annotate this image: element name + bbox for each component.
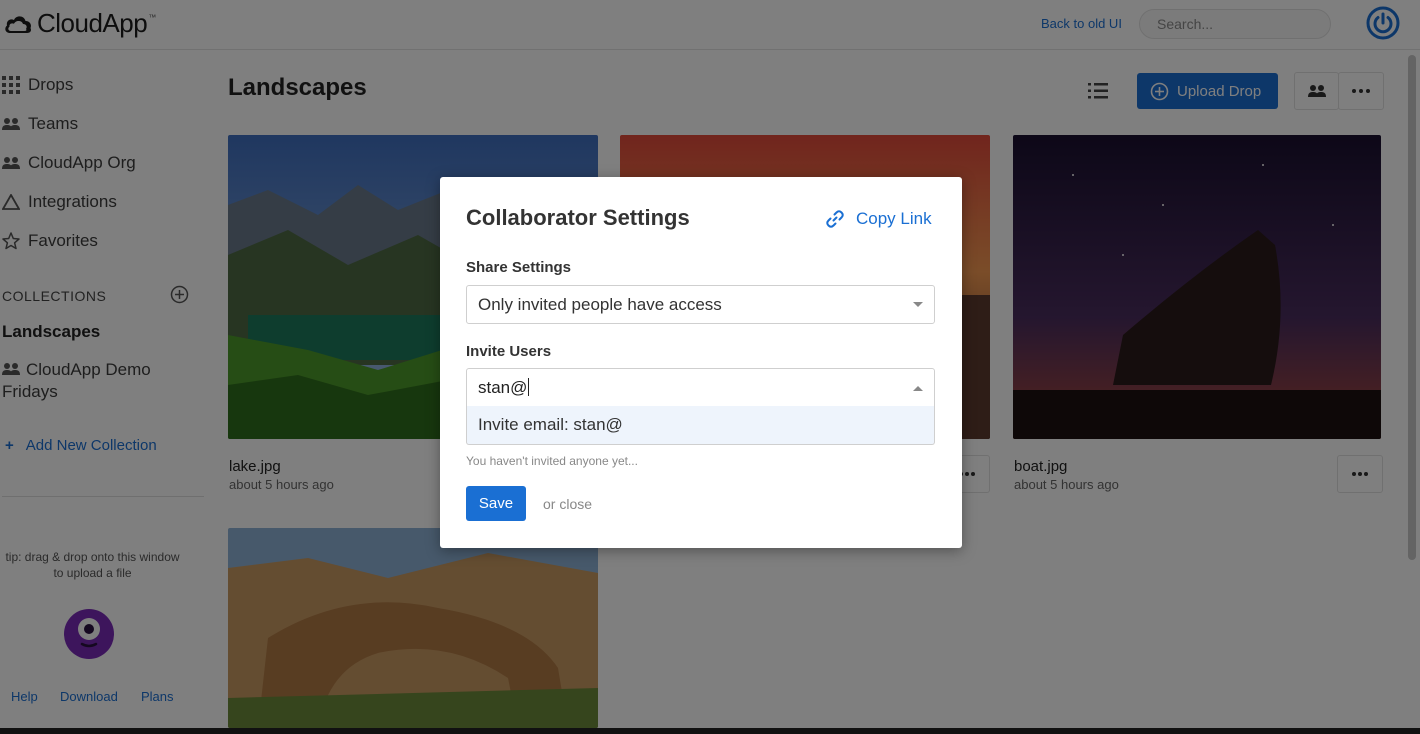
invite-email-option[interactable]: Invite email: stan@	[466, 406, 935, 445]
save-button[interactable]: Save	[466, 486, 526, 521]
collaborator-settings-modal: Collaborator Settings Copy Link Share Se…	[440, 177, 962, 548]
modal-title: Collaborator Settings	[466, 205, 690, 230]
invite-users-value: stan@	[478, 378, 528, 397]
caret-down-icon	[913, 302, 923, 307]
bottom-bar	[0, 728, 1420, 734]
text-cursor	[528, 378, 530, 396]
copy-link-label: Copy Link	[856, 209, 932, 228]
invite-users-label: Invite Users	[466, 343, 552, 360]
invite-hint: You haven't invited anyone yet...	[466, 454, 638, 468]
share-settings-value: Only invited people have access	[478, 295, 722, 314]
invite-users-input[interactable]: stan@	[466, 368, 935, 407]
copy-link-button[interactable]: Copy Link	[825, 209, 932, 229]
app-window: CloudApp ™ Back to old UI Drops	[0, 0, 1420, 728]
share-settings-label: Share Settings	[466, 259, 572, 276]
caret-up-icon	[913, 386, 923, 391]
close-link[interactable]: or close	[543, 496, 592, 512]
share-settings-select[interactable]: Only invited people have access	[466, 285, 935, 324]
link-icon	[826, 210, 844, 228]
